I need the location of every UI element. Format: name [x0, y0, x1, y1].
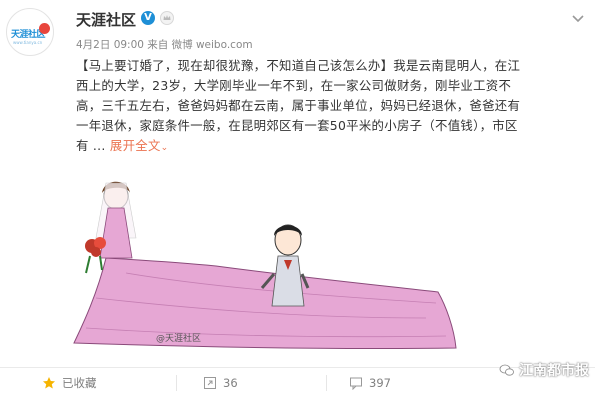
avatar-logo-subtext: www.tianya.cn	[13, 40, 43, 45]
post-text: 【马上要订婚了，现在却很犹豫，不知道自己该怎么办】我是云南昆明人，在江 西上的大…	[76, 56, 582, 158]
comment-count: 397	[369, 376, 391, 390]
post-text-line: 【马上要订婚了，现在却很犹豫，不知道自己该怎么办】我是云南昆明人，在江	[76, 58, 521, 73]
avatar[interactable]: 天涯社区 www.tianya.cn	[6, 8, 54, 56]
post-text-line: 有 ... 展开全文⌄	[76, 136, 582, 158]
action-divider	[176, 375, 177, 391]
globe-icon	[39, 23, 50, 34]
repost-count: 36	[223, 376, 238, 390]
source-name: 江南都市报	[519, 363, 589, 379]
verified-badge-icon: V	[141, 11, 155, 25]
chevron-down-icon[interactable]	[571, 11, 585, 25]
repost-icon	[204, 377, 216, 389]
chevron-down-icon: ⌄	[160, 143, 169, 153]
favorite-label: 已收藏	[62, 376, 97, 390]
wechat-icon	[499, 364, 514, 376]
star-icon	[43, 377, 55, 389]
comment-icon	[350, 377, 362, 390]
account-name[interactable]: 天涯社区	[76, 9, 136, 30]
repost-button[interactable]: 36	[203, 373, 238, 393]
post-text-tail: 有 ...	[76, 138, 106, 153]
post-text-line: 一年退休，家庭条件一般，在昆明郊区有一套50平米的小房子（不值钱），市区	[76, 118, 518, 133]
favorite-button[interactable]: 已收藏	[42, 373, 97, 393]
source-watermark: 江南都市报	[499, 360, 589, 380]
wedding-gown-train	[73, 257, 457, 350]
expand-full-text-link[interactable]: 展开全文	[110, 138, 161, 153]
post-text-line: 西上的大学，23岁，大学刚毕业一年不到，在一家公司做财务，刚毕业工资不	[76, 78, 512, 93]
comment-button[interactable]: 397	[349, 373, 391, 393]
post-text-line: 高，三千五左右，爸爸妈妈都在云南，属于事业单位，妈妈已经退休，爸爸还有	[76, 98, 521, 113]
post-image[interactable]	[66, 178, 522, 353]
action-divider	[326, 375, 327, 391]
image-watermark: @天涯社区	[156, 334, 202, 344]
post-meta: 4月2日 09:00 来自 微博 weibo.com	[76, 39, 253, 51]
vip-crown-icon	[160, 11, 174, 25]
